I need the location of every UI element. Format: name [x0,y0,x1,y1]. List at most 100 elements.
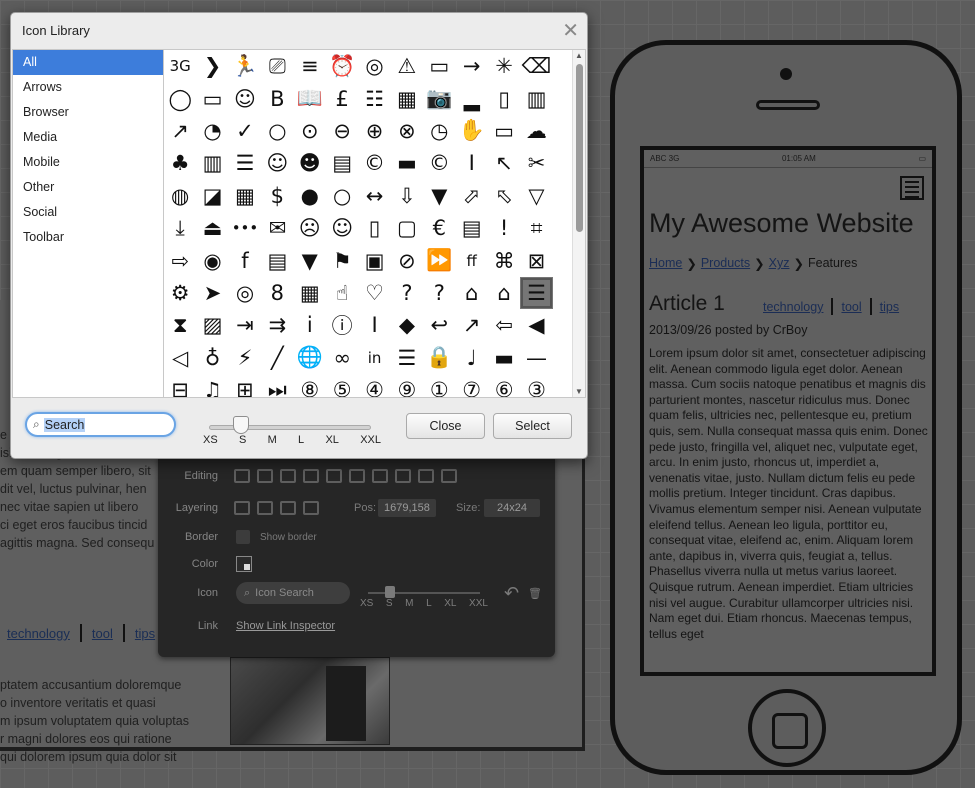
scroll-up-icon[interactable]: ▲ [575,51,583,60]
icon-cell[interactable]: ▥ [196,147,228,179]
bring-front-icon[interactable] [234,501,250,515]
icon-cell[interactable]: ▬ [488,342,520,374]
icon-cell[interactable]: ◯ [164,82,196,114]
category-other[interactable]: Other [13,175,163,200]
icon-cell[interactable]: 8 [261,277,293,309]
panel-size-label-xs[interactable]: XS [360,598,373,609]
icon-cell[interactable]: ▦ [294,277,326,309]
icon-cell[interactable]: ✳ [488,50,520,82]
panel-size-label-xxl[interactable]: XXL [469,598,488,609]
icon-cell[interactable]: ⌘ [488,244,520,276]
icon-cell[interactable]: ⏏ [196,212,228,244]
icon-cell[interactable]: ⊙ [294,115,326,147]
duplicate-icon[interactable] [372,469,388,483]
icon-grid-scrollbar[interactable]: ▲ ▼ [572,50,585,397]
send-back-icon[interactable] [303,501,319,515]
icon-size-knob[interactable] [385,586,395,598]
icon-cell[interactable]: ○ [326,180,358,212]
icon-cell[interactable]: ? [391,277,423,309]
icon-cell[interactable]: ╱ [261,342,293,374]
icon-cell[interactable]: ♁ [196,342,228,374]
icon-cell[interactable]: ➤ [196,277,228,309]
icon-cell[interactable]: ⚡ [229,342,261,374]
icon-cell[interactable]: ③ [520,374,552,397]
category-toolbar[interactable]: Toolbar [13,225,163,250]
icon-cell[interactable]: ⇨ [164,244,196,276]
size-field[interactable]: 24x24 [484,499,540,517]
size-label-xl[interactable]: XL [325,434,338,446]
icon-cell[interactable]: 📷 [423,82,455,114]
icon-cell[interactable]: ⇦ [488,309,520,341]
icon-cell[interactable]: ▥ [520,82,552,114]
breadcrumb-home[interactable]: Home [649,256,682,271]
icon-cell[interactable]: ◀ [520,309,552,341]
icon-cell[interactable]: ↩ [423,309,455,341]
icon-cell[interactable]: ☁ [520,115,552,147]
icon-cell[interactable]: ▨ [196,309,228,341]
icon-cell[interactable]: 3G [164,50,196,82]
icon-cell[interactable]: ♫ [196,374,228,397]
icon-cell[interactable]: ⊖ [326,115,358,147]
search-input[interactable]: ⌕ Search [25,412,176,437]
close-icon[interactable]: ✕ [562,18,579,43]
icon-cell[interactable]: 🔒 [423,342,455,374]
bring-forward-icon[interactable] [257,501,273,515]
icon-cell[interactable]: £ [326,82,358,114]
icon-cell[interactable]: ▽ [520,180,552,212]
icon-cell[interactable]: ⌫ [520,50,552,82]
copy-icon[interactable] [280,469,296,483]
icon-cell[interactable]: ⬁ [488,180,520,212]
size-label-xs[interactable]: XS [203,434,218,446]
icon-cell[interactable]: ff [456,244,488,276]
icon-cell[interactable]: ! [488,212,520,244]
icon-cell[interactable]: ✉ [261,212,293,244]
icon-cell[interactable]: ⌂ [488,277,520,309]
icon-cell[interactable]: ⏭ [261,374,293,397]
select-button[interactable]: Select [493,413,572,439]
scroll-down-icon[interactable]: ▼ [575,387,583,396]
icon-cell[interactable]: © [358,147,390,179]
icon-cell[interactable]: — [520,342,552,374]
icon-cell[interactable]: ▢ [391,212,423,244]
icon-cell[interactable]: € [423,212,455,244]
icon-cell[interactable]: ⧗ [164,309,196,341]
icon-cell[interactable]: ◔ [196,115,228,147]
icon-cell[interactable]: ⊟ [164,374,196,397]
tag-technology[interactable]: technology [763,300,823,314]
panel-size-label-m[interactable]: M [405,598,413,609]
icon-cell[interactable]: I [358,309,390,341]
icon-cell[interactable]: ☰ [229,147,261,179]
icon-cell[interactable]: ○ [261,115,293,147]
icon-cell[interactable]: ⚠ [391,50,423,82]
icon-cell[interactable]: ⑥ [488,374,520,397]
icon-cell[interactable]: → [456,50,488,82]
icon-cell[interactable]: ☺ [261,147,293,179]
rotate-icon[interactable]: ↶ [504,583,519,604]
icon-cell[interactable]: ⊕ [358,115,390,147]
panel-size-label-xl[interactable]: XL [444,598,456,609]
icon-cell[interactable]: ∞ [326,342,358,374]
size-label-s[interactable]: S [239,434,246,446]
icon-cell[interactable]: ⇉ [261,309,293,341]
icon-cell[interactable]: ✋ [456,115,488,147]
icon-cell[interactable]: ☷ [358,82,390,114]
trash-icon[interactable]: 🗑 [528,587,542,600]
icon-cell[interactable]: in [358,342,390,374]
icon-cell[interactable]: ① [423,374,455,397]
panel-size-label-s[interactable]: S [386,598,393,609]
icon-cell[interactable]: ⚙ [164,277,196,309]
icon-cell[interactable]: ✓ [229,115,261,147]
size-label-m[interactable]: M [268,434,277,446]
icon-cell[interactable]: ⑦ [456,374,488,397]
icon-cell[interactable]: ⎚ [261,50,293,82]
send-backward-icon[interactable] [280,501,296,515]
icon-cell[interactable]: ☻ [294,147,326,179]
paste-icon[interactable] [326,469,342,483]
icon-cell[interactable]: ⓘ [326,309,358,341]
icon-cell[interactable]: B [261,82,293,114]
show-border-checkbox[interactable] [236,530,250,544]
icon-cell[interactable]: ⊗ [391,115,423,147]
icon-cell[interactable]: ⊠ [520,244,552,276]
icon-cell[interactable]: ♡ [358,277,390,309]
pos-field[interactable]: 1679,158 [378,499,436,517]
